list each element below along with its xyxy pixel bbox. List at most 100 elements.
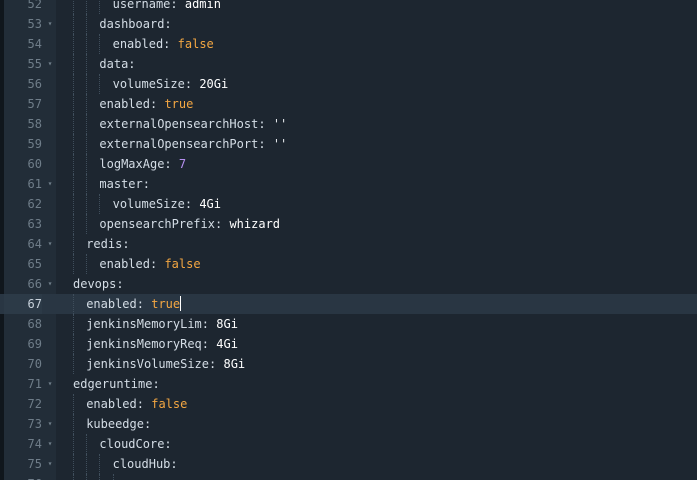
- code-line[interactable]: 74 ▾ cloudCore:: [0, 434, 697, 454]
- code-text[interactable]: volumeSize: 4Gi: [113, 194, 221, 214]
- line-number[interactable]: 53: [4, 14, 42, 34]
- yaml-key: cloudCore: [99, 437, 165, 451]
- code-line[interactable]: 75 ▾ cloudHub:: [0, 454, 697, 474]
- code-line[interactable]: 73 ▾ kubeedge:: [0, 414, 697, 434]
- code-line[interactable]: 67 enabled: true: [0, 294, 697, 314]
- code-text[interactable]: volumeSize: 20Gi: [113, 74, 229, 94]
- code-text[interactable]: logMaxAge: 7: [99, 154, 186, 174]
- fold-arrow-icon[interactable]: ▾: [46, 14, 54, 34]
- code-text[interactable]: kubeedge:: [86, 414, 151, 434]
- code-text[interactable]: jenkinsMemoryReq: 4Gi: [86, 334, 238, 354]
- fold-arrow-icon[interactable]: ▾: [46, 454, 54, 474]
- fold-arrow-icon[interactable]: ▾: [46, 474, 54, 480]
- line-number[interactable]: 73: [4, 414, 42, 434]
- code-line[interactable]: 53 ▾ dashboard:: [0, 14, 697, 34]
- code-line[interactable]: 69 jenkinsMemoryReq: 4Gi: [0, 334, 697, 354]
- code-line[interactable]: 60 logMaxAge: 7: [0, 154, 697, 174]
- code-text[interactable]: cloudCore:: [99, 434, 171, 454]
- line-number[interactable]: 71: [4, 374, 42, 394]
- indent-guide: [73, 174, 74, 194]
- yaml-key: data: [99, 57, 129, 71]
- line-number[interactable]: 76: [4, 474, 42, 480]
- code-text[interactable]: jenkinsMemoryLim: 8Gi: [86, 314, 238, 334]
- line-number[interactable]: 54: [4, 34, 42, 54]
- indent-guide: [73, 414, 74, 434]
- code-line[interactable]: 65 enabled: false: [0, 254, 697, 274]
- code-text[interactable]: devops:: [73, 274, 124, 294]
- fold-arrow-icon[interactable]: ▾: [46, 174, 54, 194]
- code-lines[interactable]: 52 username: admin 53 ▾ dashboard: 54 enabled:…: [0, 0, 697, 480]
- line-number[interactable]: 59: [4, 134, 42, 154]
- fold-arrow-icon[interactable]: ▾: [46, 54, 54, 74]
- code-text[interactable]: enabled: false: [113, 34, 214, 54]
- code-line[interactable]: 62 volumeSize: 4Gi: [0, 194, 697, 214]
- line-number[interactable]: 52: [4, 0, 42, 14]
- fold-arrow-icon[interactable]: ▾: [46, 234, 54, 254]
- code-text[interactable]: username: admin: [113, 0, 221, 14]
- line-number[interactable]: 61: [4, 174, 42, 194]
- code-text[interactable]: cloudHub:: [113, 454, 178, 474]
- code-line[interactable]: 59 externalOpensearchPort: '': [0, 134, 697, 154]
- code-editor[interactable]: 52 username: admin 53 ▾ dashboard: 54 enabled:…: [0, 0, 697, 480]
- line-number[interactable]: 72: [4, 394, 42, 414]
- indent-guide: [73, 34, 74, 54]
- code-line[interactable]: 70 jenkinsVolumeSize: 8Gi: [0, 354, 697, 374]
- code-line[interactable]: 64 ▾ redis:: [0, 234, 697, 254]
- code-text[interactable]: enabled: true: [86, 294, 182, 314]
- line-number[interactable]: 55: [4, 54, 42, 74]
- code-line[interactable]: 66 ▾ devops:: [0, 274, 697, 294]
- line-number[interactable]: 56: [4, 74, 42, 94]
- yaml-key: enabled: [99, 257, 150, 271]
- code-text[interactable]: dashboard:: [99, 14, 171, 34]
- code-text[interactable]: data:: [99, 54, 135, 74]
- line-number[interactable]: 68: [4, 314, 42, 334]
- fold-arrow-icon[interactable]: ▾: [46, 374, 54, 394]
- code-text[interactable]: enabled: false: [86, 394, 187, 414]
- code-text[interactable]: edgeruntime:: [73, 374, 160, 394]
- line-number[interactable]: 66: [4, 274, 42, 294]
- line-number[interactable]: 60: [4, 154, 42, 174]
- line-number[interactable]: 58: [4, 114, 42, 134]
- fold-arrow-icon[interactable]: ▾: [46, 434, 54, 454]
- line-number[interactable]: 74: [4, 434, 42, 454]
- code-line[interactable]: 58 externalOpensearchHost: '': [0, 114, 697, 134]
- code-line[interactable]: 76 ▾...: [0, 474, 697, 480]
- code-line[interactable]: 52 username: admin: [0, 0, 697, 14]
- code-text[interactable]: enabled: true: [99, 94, 193, 114]
- code-line[interactable]: 72 enabled: false: [0, 394, 697, 414]
- code-text[interactable]: master:: [99, 174, 150, 194]
- code-text[interactable]: opensearchPrefix: whizard: [99, 214, 280, 234]
- line-number[interactable]: 57: [4, 94, 42, 114]
- code-text[interactable]: externalOpensearchHost: '': [99, 114, 287, 134]
- code-line[interactable]: 63 opensearchPrefix: whizard: [0, 214, 697, 234]
- code-line[interactable]: 55 ▾ data:: [0, 54, 697, 74]
- fold-arrow-icon[interactable]: ▾: [46, 274, 54, 294]
- line-number[interactable]: 70: [4, 354, 42, 374]
- code-text[interactable]: enabled: false: [99, 254, 200, 274]
- line-number[interactable]: 75: [4, 454, 42, 474]
- yaml-colon: :: [164, 437, 172, 451]
- code-line[interactable]: 68 jenkinsMemoryLim: 8Gi: [0, 314, 697, 334]
- code-line[interactable]: 71 ▾ edgeruntime:: [0, 374, 697, 394]
- yaml-colon: :: [136, 397, 144, 411]
- code-text[interactable]: ...: [126, 474, 148, 480]
- line-number[interactable]: 63: [4, 214, 42, 234]
- code-text[interactable]: redis:: [86, 234, 129, 254]
- yaml-colon: :: [122, 237, 130, 251]
- yaml-key: username: [112, 0, 171, 11]
- line-number[interactable]: 67: [4, 294, 42, 314]
- code-line[interactable]: 57 enabled: true: [0, 94, 697, 114]
- line-number[interactable]: 64: [4, 234, 42, 254]
- code-text[interactable]: jenkinsVolumeSize: 8Gi: [86, 354, 245, 374]
- line-number[interactable]: 65: [4, 254, 42, 274]
- yaml-value: 4Gi: [216, 337, 238, 351]
- code-line[interactable]: 54 enabled: false: [0, 34, 697, 54]
- line-number[interactable]: 69: [4, 334, 42, 354]
- code-line[interactable]: 56 volumeSize: 20Gi: [0, 74, 697, 94]
- yaml-key: enabled: [86, 297, 137, 311]
- code-text[interactable]: externalOpensearchPort: '': [99, 134, 287, 154]
- line-number[interactable]: 62: [4, 194, 42, 214]
- code-line[interactable]: 61 ▾ master:: [0, 174, 697, 194]
- fold-arrow-icon[interactable]: ▾: [46, 414, 54, 434]
- indent-guide: [86, 34, 88, 54]
